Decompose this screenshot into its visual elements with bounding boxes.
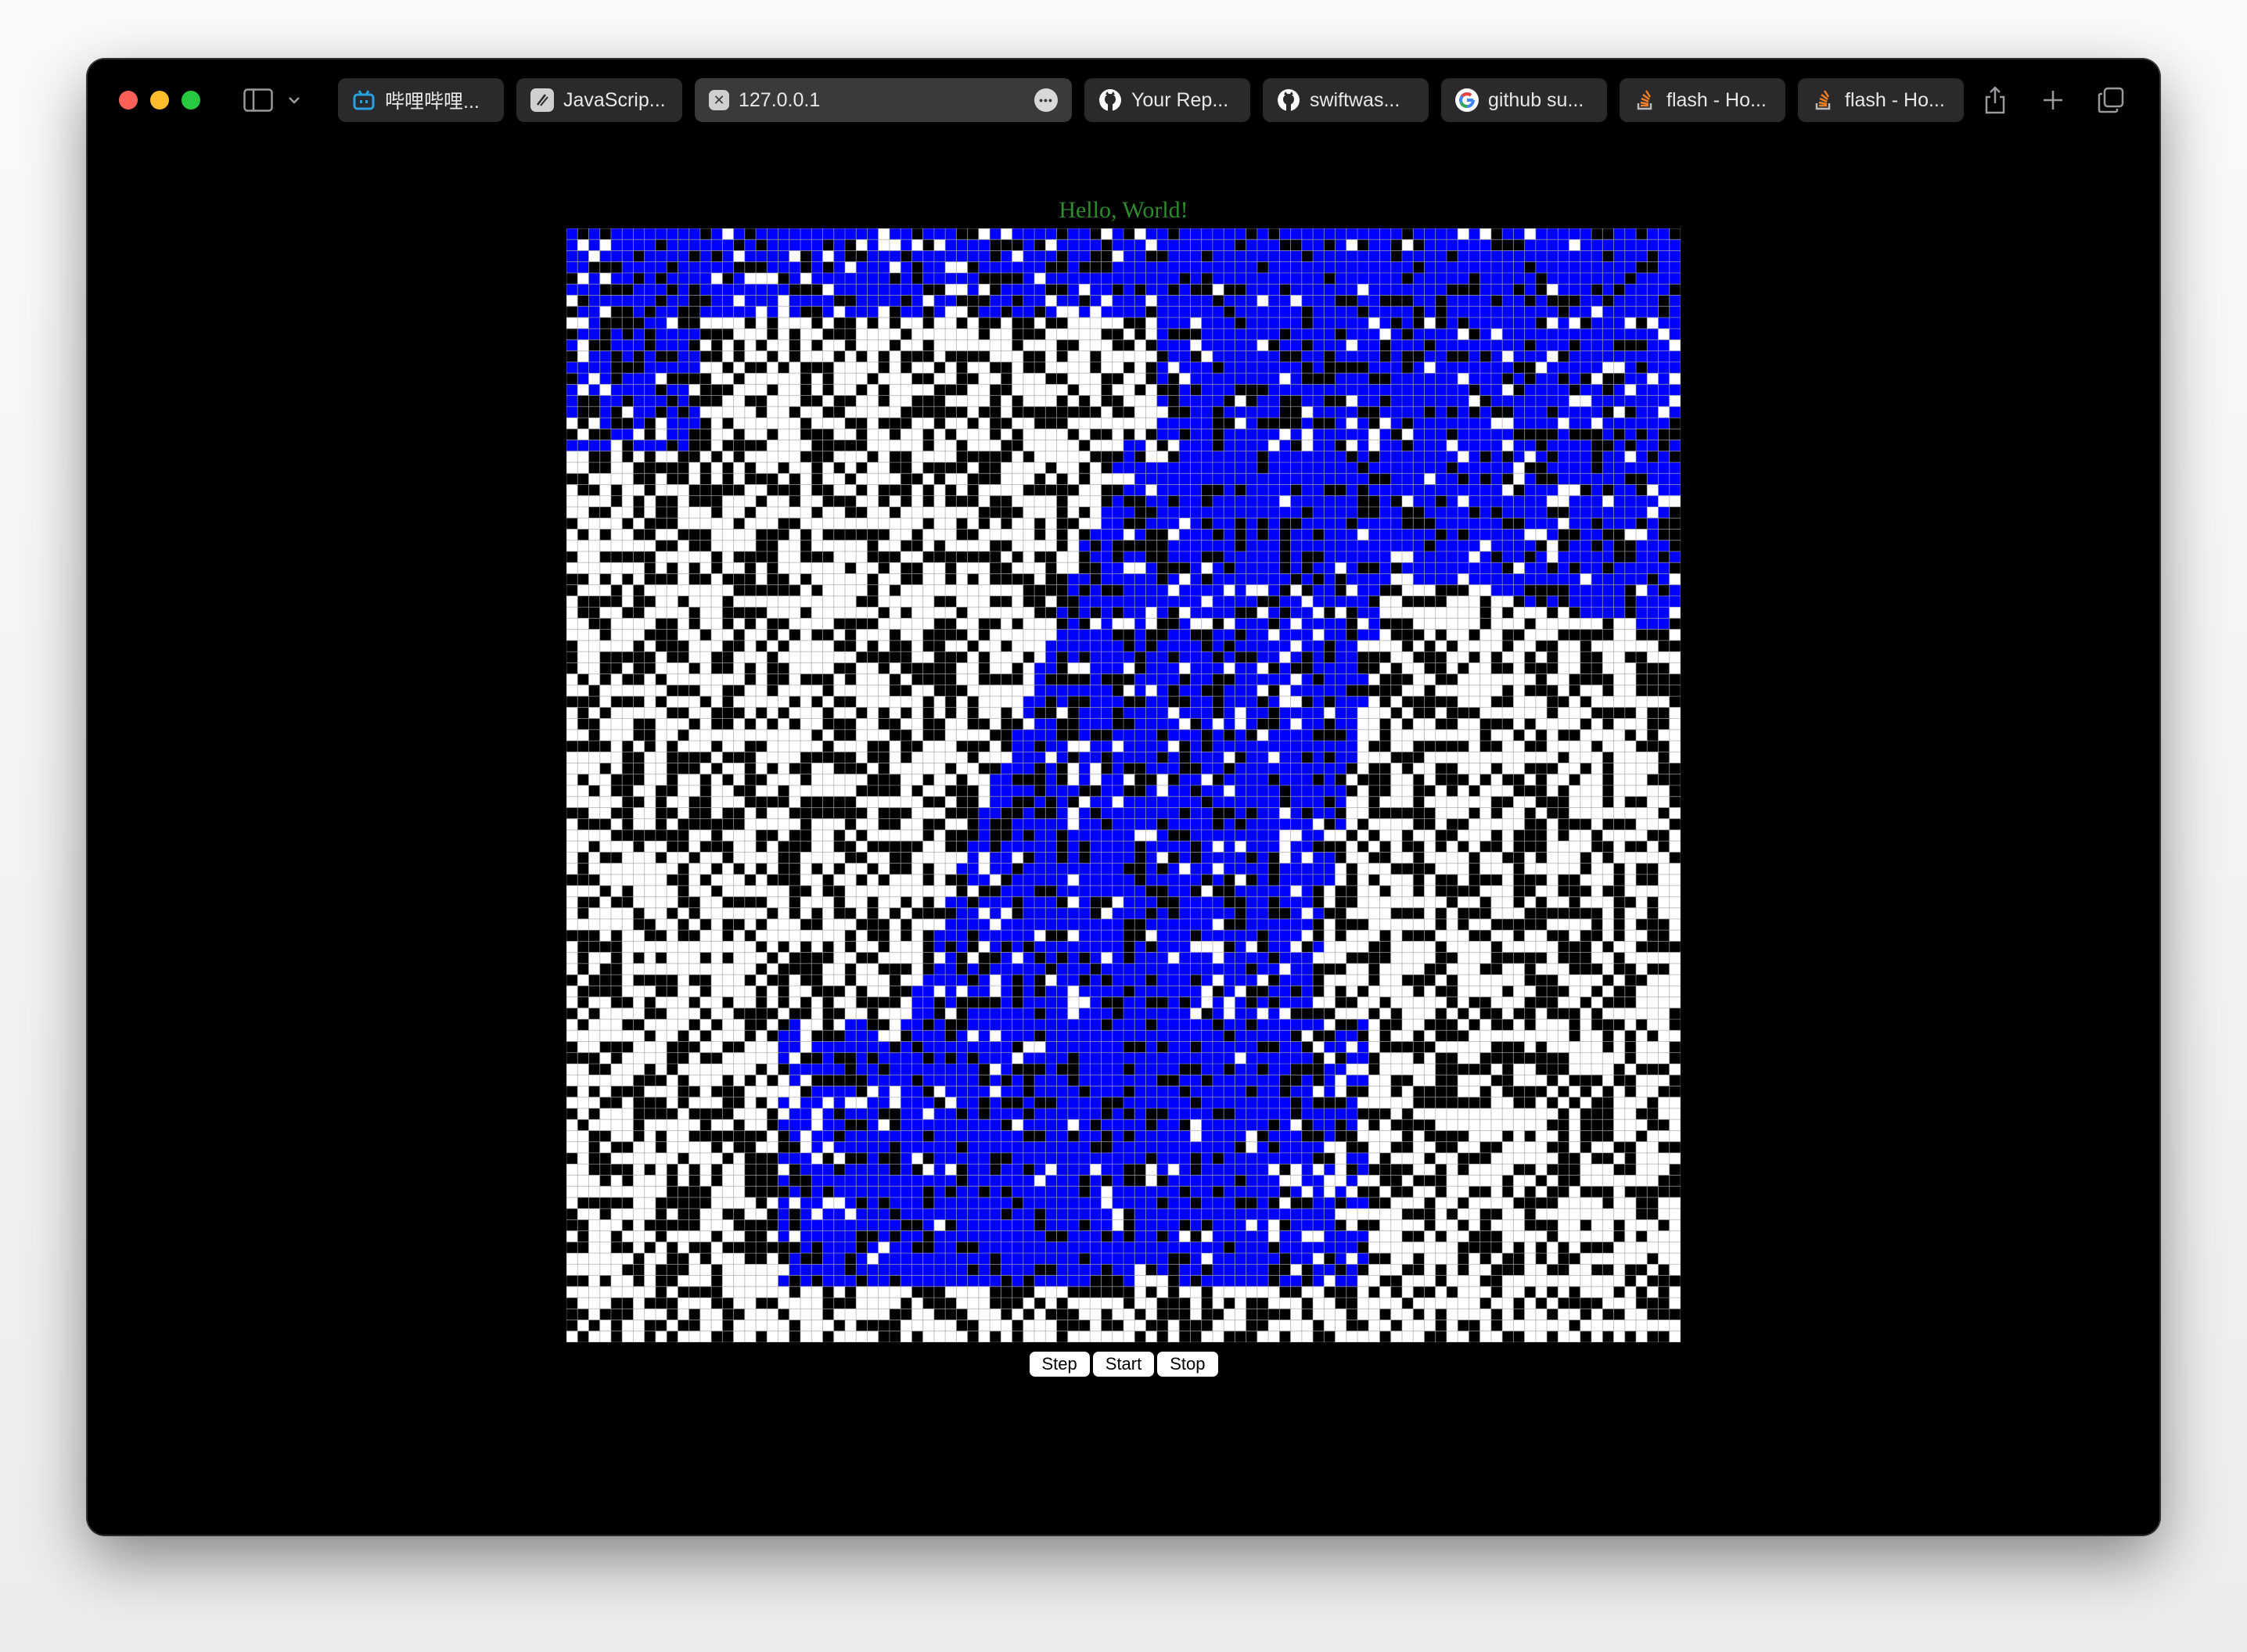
tab-javascript[interactable]: JavaScrip... xyxy=(516,78,682,122)
page-content: Hello, World! Step Start Stop xyxy=(88,141,2159,1535)
new-tab-icon[interactable] xyxy=(2037,83,2069,117)
tab-title: flash - Ho... xyxy=(1666,88,1767,111)
step-button[interactable]: Step xyxy=(1029,1352,1090,1377)
browser-toolbar: 哔哩哔哩... JavaScrip... ✕ 127.0.0.1 ••• You… xyxy=(88,59,2159,141)
simulation-grid[interactable] xyxy=(566,228,1681,1342)
stop-button[interactable]: Stop xyxy=(1157,1352,1218,1377)
tab-title: github su... xyxy=(1488,88,1584,111)
sidebar-icon[interactable] xyxy=(241,83,275,117)
tab-title: 127.0.0.1 xyxy=(739,88,821,111)
close-window-button[interactable] xyxy=(119,91,138,110)
github-icon xyxy=(1277,88,1300,112)
browser-window: 哔哩哔哩... JavaScrip... ✕ 127.0.0.1 ••• You… xyxy=(88,59,2159,1535)
more-options-icon[interactable]: ••• xyxy=(1034,88,1058,112)
minimize-window-button[interactable] xyxy=(150,91,169,110)
page-heading: Hello, World! xyxy=(1059,197,1188,223)
tab-swiftwasm[interactable]: swiftwas... xyxy=(1263,78,1429,122)
tab-your-repositories[interactable]: Your Rep... xyxy=(1084,78,1250,122)
maximize-window-button[interactable] xyxy=(182,91,200,110)
chevron-down-icon[interactable] xyxy=(285,83,304,117)
tab-title: 哔哩哔哩... xyxy=(385,91,480,113)
tab-title: Your Rep... xyxy=(1131,88,1229,111)
controls: Step Start Stop xyxy=(88,1352,2159,1377)
bilibili-icon xyxy=(352,88,376,112)
share-icon[interactable] xyxy=(1979,83,2011,117)
tab-github-search[interactable]: github su... xyxy=(1441,78,1607,122)
google-icon xyxy=(1455,88,1479,112)
tab-bilibili[interactable]: 哔哩哔哩... xyxy=(338,78,504,122)
stackoverflow-icon xyxy=(1634,88,1657,112)
book-icon xyxy=(530,88,554,112)
stackoverflow-icon xyxy=(1812,88,1835,112)
tab-flash-1[interactable]: flash - Ho... xyxy=(1620,78,1785,122)
tab-title: flash - Ho... xyxy=(1845,88,1945,111)
close-square-icon: ✕ xyxy=(709,90,729,110)
tab-title: swiftwas... xyxy=(1310,88,1400,111)
github-icon xyxy=(1098,88,1122,112)
tab-title: JavaScrip... xyxy=(563,88,666,111)
tab-bar: 哔哩哔哩... JavaScrip... ✕ 127.0.0.1 ••• You… xyxy=(338,78,2044,122)
tab-localhost[interactable]: ✕ 127.0.0.1 ••• xyxy=(695,78,1072,122)
start-button[interactable]: Start xyxy=(1092,1352,1155,1377)
tab-flash-2[interactable]: flash - Ho... xyxy=(1798,78,1964,122)
tab-overview-icon[interactable] xyxy=(2095,83,2127,117)
desktop: 哔哩哔哩... JavaScrip... ✕ 127.0.0.1 ••• You… xyxy=(0,0,2247,1652)
